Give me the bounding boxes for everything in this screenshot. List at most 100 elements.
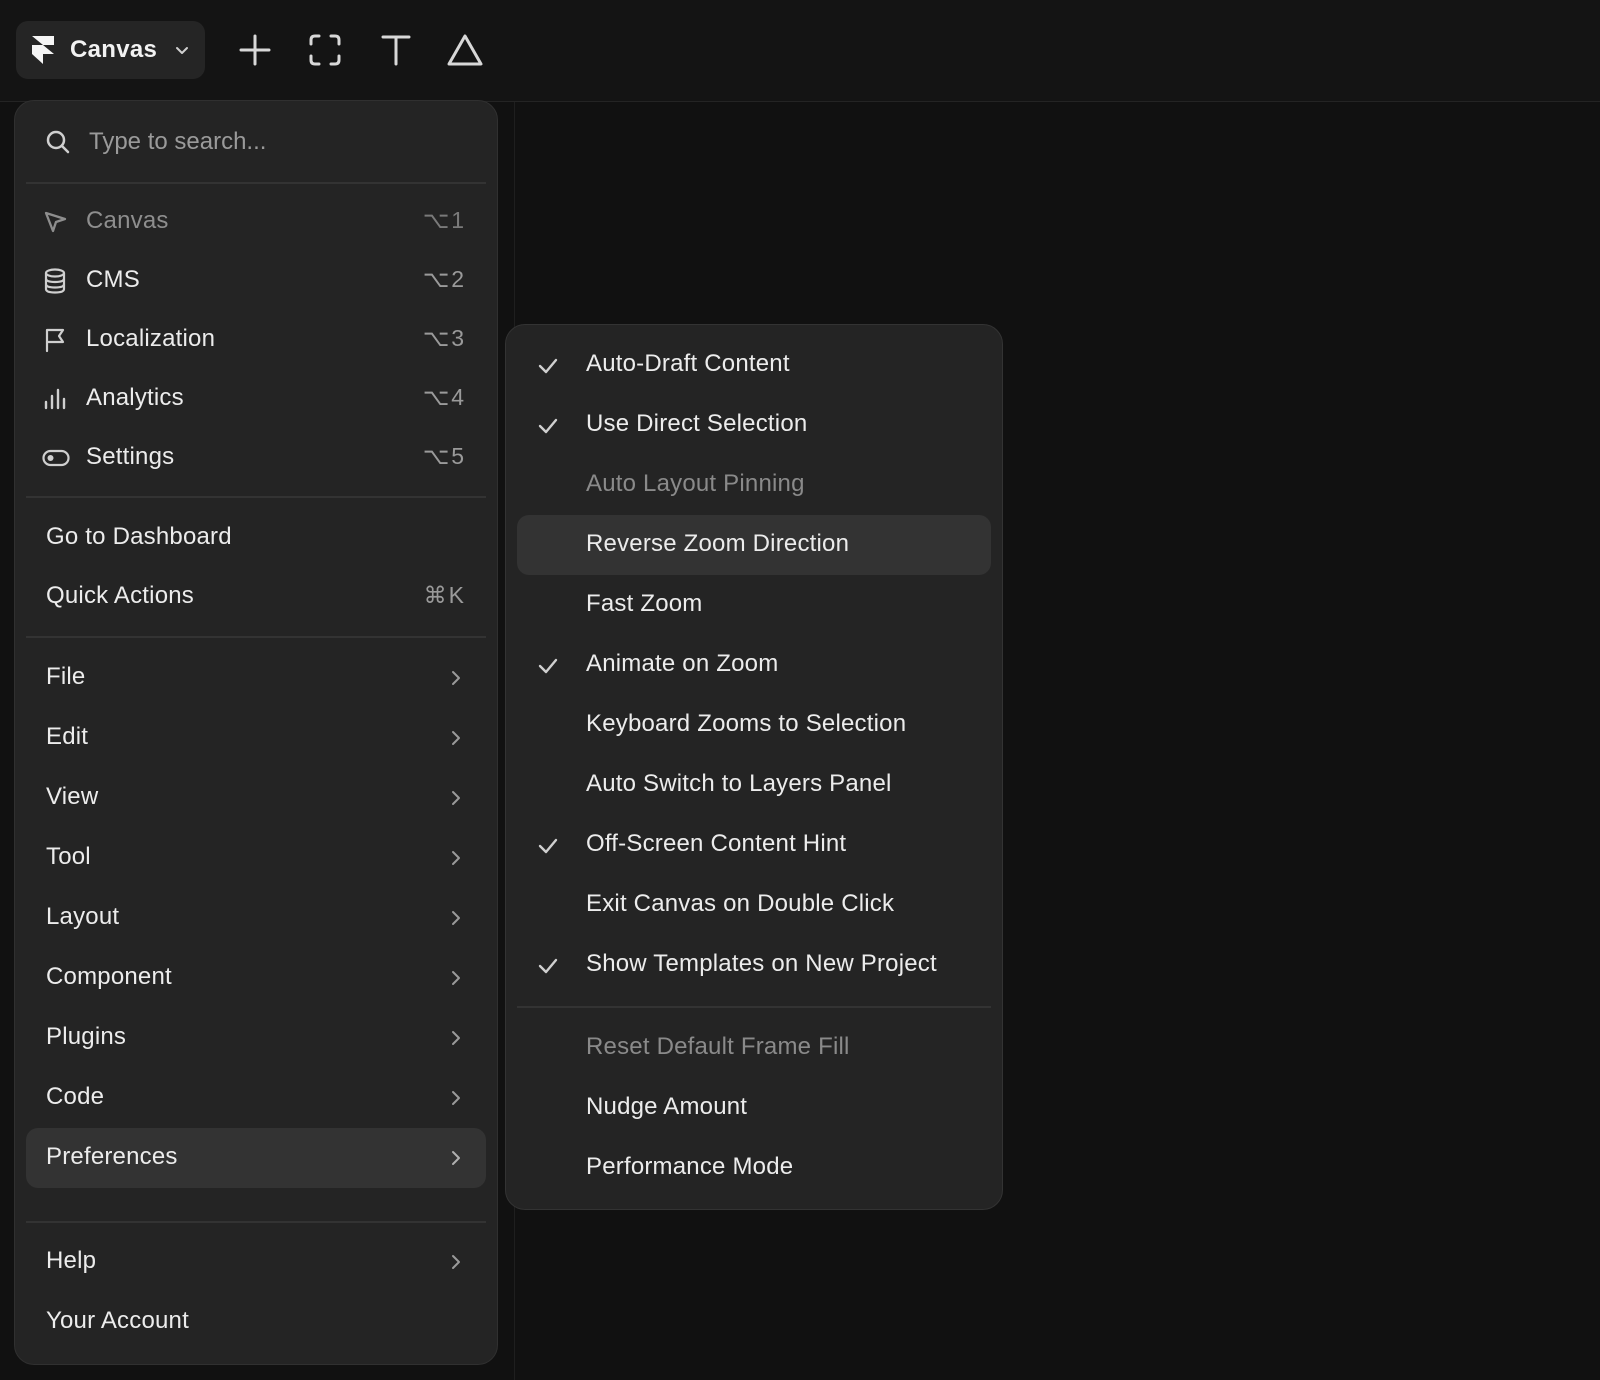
pref-auto-draft-content[interactable]: Auto-Draft Content [517, 335, 991, 395]
pref-auto-layout-pinning[interactable]: Auto Layout Pinning [517, 455, 991, 515]
workspace-label: Canvas [86, 207, 169, 234]
menu-item-label: File [46, 663, 86, 690]
shortcut-hint: ⌥4 [422, 384, 466, 410]
pref-label: Auto-Draft Content [586, 350, 790, 377]
divider [26, 636, 486, 638]
divider [26, 496, 486, 498]
bar-chart-icon [44, 388, 66, 410]
divider [26, 1221, 486, 1223]
menu-item-label: Edit [46, 723, 89, 750]
chevron-right-icon [452, 851, 460, 865]
menu-item-label: Your Account [46, 1307, 189, 1334]
workspace-label: CMS [86, 266, 140, 293]
menu-item-label: Plugins [46, 1023, 127, 1050]
pref-label: Animate on Zoom [586, 650, 779, 677]
plus-icon [239, 34, 271, 66]
submenu-item-view[interactable]: View [26, 768, 486, 828]
flag-icon [45, 328, 65, 353]
quick-actions-item[interactable]: Quick Actions ⌘K [26, 567, 486, 627]
submenu-item-component[interactable]: Component [26, 948, 486, 1008]
menu-item-label: Preferences [46, 1143, 178, 1170]
chevron-right-icon [452, 911, 460, 925]
checkmark-icon [538, 838, 558, 854]
go-to-dashboard-item[interactable]: Go to Dashboard [26, 508, 486, 568]
chevron-right-icon [452, 1091, 460, 1105]
workspace-item-analytics[interactable]: Analytics ⌥4 [26, 369, 486, 429]
submenu-item-file[interactable]: File [26, 648, 486, 708]
submenu-item-edit[interactable]: Edit [26, 708, 486, 768]
menu-item-label: Go to Dashboard [46, 523, 232, 550]
pref-off-screen-content-hint[interactable]: Off-Screen Content Hint [517, 815, 991, 875]
pref-performance-mode[interactable]: Performance Mode [517, 1138, 991, 1198]
submenu-item-help[interactable]: Help [26, 1232, 486, 1292]
triangle-icon [447, 34, 483, 66]
workspace-item-settings[interactable]: Settings ⌥5 [26, 428, 486, 488]
menu-item-label: Quick Actions [46, 582, 194, 609]
divider [517, 1006, 991, 1008]
workspace-item-canvas[interactable]: Canvas ⌥1 [26, 192, 486, 252]
shortcut-hint: ⌘K [423, 582, 466, 608]
submenu-item-preferences[interactable]: Preferences [26, 1128, 486, 1188]
pref-label: Exit Canvas on Double Click [586, 890, 895, 917]
pref-keyboard-zooms-to-selection[interactable]: Keyboard Zooms to Selection [517, 695, 991, 755]
pref-animate-on-zoom[interactable]: Animate on Zoom [517, 635, 991, 695]
chevron-down-icon [176, 47, 189, 54]
canvas-menu-button[interactable]: Canvas [16, 21, 205, 79]
pref-show-templates-on-new-project[interactable]: Show Templates on New Project [517, 935, 991, 995]
pref-label: Off-Screen Content Hint [586, 830, 847, 857]
workspace-item-cms[interactable]: CMS ⌥2 [26, 251, 486, 311]
checkmark-icon [538, 418, 558, 434]
shape-tool-button[interactable] [445, 30, 485, 70]
pref-use-direct-selection[interactable]: Use Direct Selection [517, 395, 991, 455]
text-tool-button[interactable] [376, 30, 416, 70]
pref-label: Nudge Amount [586, 1093, 748, 1120]
shortcut-hint: ⌥2 [422, 266, 466, 292]
menu-item-label: View [46, 783, 99, 810]
shortcut-hint: ⌥1 [422, 207, 466, 233]
pref-label: Reset Default Frame Fill [586, 1033, 850, 1060]
database-icon [44, 268, 66, 294]
pref-reverse-zoom-direction[interactable]: Reverse Zoom Direction [517, 515, 991, 575]
main-menu: Canvas ⌥1 CMS ⌥2 Localization ⌥3 Analyti… [14, 100, 498, 1365]
preferences-submenu: Auto-Draft Content Use Direct Selection … [505, 324, 1003, 1210]
chevron-right-icon [452, 671, 460, 685]
checkmark-icon [538, 658, 558, 674]
chevron-right-icon [452, 971, 460, 985]
chevron-right-icon [452, 731, 460, 745]
pref-label: Auto Switch to Layers Panel [586, 770, 892, 797]
checkmark-icon [538, 358, 558, 374]
insert-tool-button[interactable] [235, 30, 275, 70]
submenu-item-code[interactable]: Code [26, 1068, 486, 1128]
pref-exit-canvas-on-double-click[interactable]: Exit Canvas on Double Click [517, 875, 991, 935]
pref-label: Performance Mode [586, 1153, 794, 1180]
cursor-icon [44, 211, 67, 233]
pref-nudge-amount[interactable]: Nudge Amount [517, 1078, 991, 1138]
menu-item-label: Help [46, 1247, 97, 1274]
menu-item-label: Component [46, 963, 172, 990]
pref-label: Fast Zoom [586, 590, 703, 617]
pref-fast-zoom[interactable]: Fast Zoom [517, 575, 991, 635]
submenu-item-tool[interactable]: Tool [26, 828, 486, 888]
chevron-right-icon [452, 791, 460, 805]
pref-auto-switch-to-layers-panel[interactable]: Auto Switch to Layers Panel [517, 755, 991, 815]
pref-label: Keyboard Zooms to Selection [586, 710, 907, 737]
menu-item-label: Code [46, 1083, 105, 1110]
checkmark-icon [538, 958, 558, 974]
text-icon [381, 35, 411, 66]
menu-search [15, 101, 497, 183]
divider [26, 182, 486, 184]
toggle-icon [42, 449, 70, 467]
workspace-label: Analytics [86, 384, 184, 411]
pref-label: Auto Layout Pinning [586, 470, 805, 497]
canvas-menu-label: Canvas [70, 36, 158, 63]
frame-tool-button[interactable] [305, 30, 345, 70]
search-input[interactable] [89, 121, 469, 163]
your-account-item[interactable]: Your Account [26, 1292, 486, 1352]
submenu-item-plugins[interactable]: Plugins [26, 1008, 486, 1068]
pref-reset-default-frame-fill[interactable]: Reset Default Frame Fill [517, 1018, 991, 1078]
submenu-item-layout[interactable]: Layout [26, 888, 486, 948]
chevron-right-icon [452, 1151, 460, 1165]
search-icon [46, 130, 70, 154]
menu-item-label: Tool [46, 843, 91, 870]
workspace-item-localization[interactable]: Localization ⌥3 [26, 310, 486, 370]
